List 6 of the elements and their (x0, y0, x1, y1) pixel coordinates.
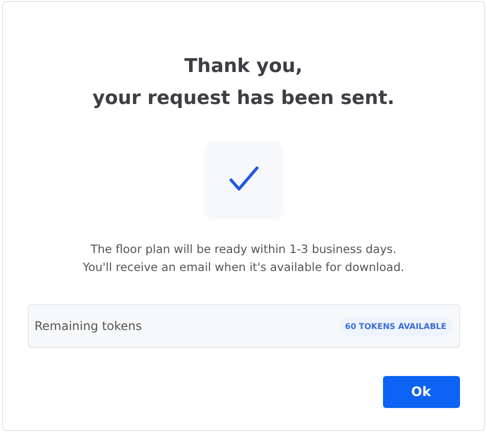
dialog-message: The floor plan will be ready within 1-3 business days. You'll receive an email when it's available for download. (82, 241, 404, 276)
dialog-title: Thank you, your request has been sent. (92, 54, 395, 111)
tokens-label: Remaining tokens (34, 319, 142, 333)
ok-button[interactable]: Ok (382, 376, 460, 408)
tokens-badge: 60 TOKENS AVAILABLE (339, 316, 452, 336)
checkmark-icon (228, 166, 258, 192)
